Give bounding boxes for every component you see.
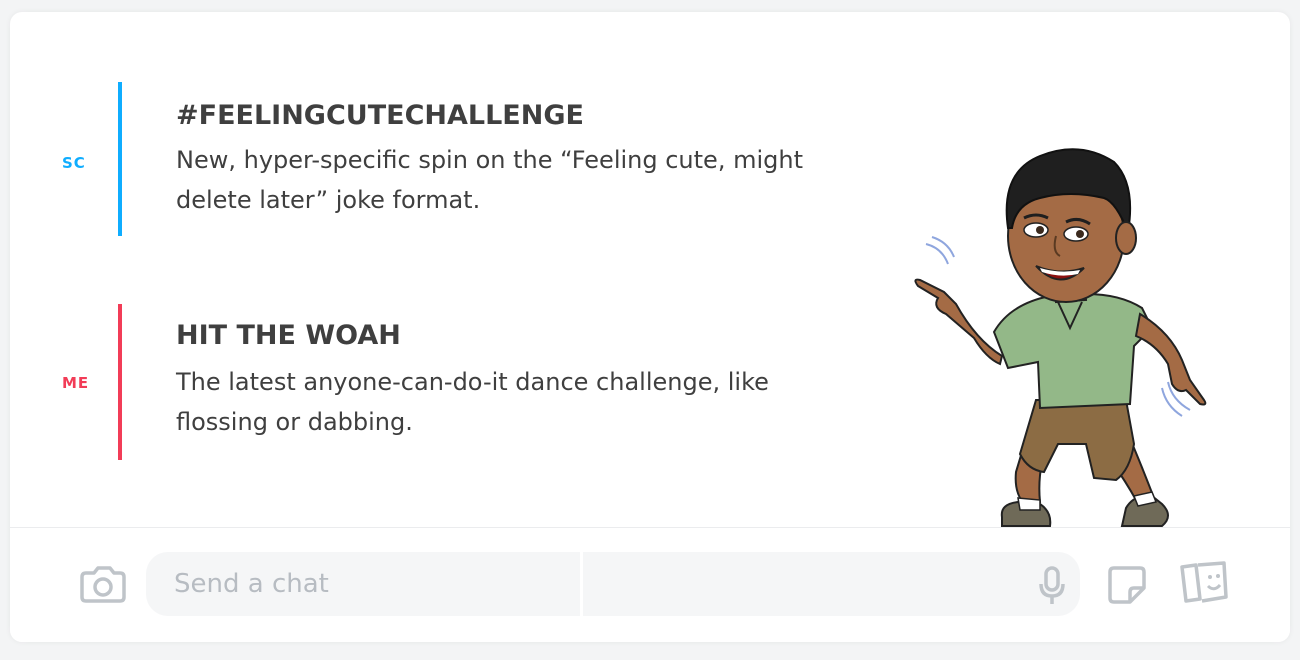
chat-window: SC #FEELINGCUTECHALLENGE New, hyper-spec… (10, 12, 1290, 642)
input-divider (580, 552, 583, 616)
bitmoji-dancing-image (914, 148, 1207, 527)
message-body: New, hyper-specific spin on the “Feeling… (176, 146, 803, 214)
chat-message: ME HIT THE WOAH The latest anyone-can-do… (10, 304, 870, 460)
sticker-icon[interactable] (1104, 562, 1150, 608)
sender-label: SC (62, 154, 86, 172)
sender-color-bar (118, 82, 122, 236)
bitmoji-icon[interactable] (1176, 560, 1232, 606)
chat-composer (10, 527, 1290, 642)
message-title: HIT THE WOAH (176, 320, 401, 351)
microphone-icon[interactable] (1032, 564, 1072, 608)
camera-icon[interactable] (78, 564, 128, 604)
chat-input[interactable] (146, 552, 1080, 616)
message-body: The latest anyone-can-do-it dance challe… (176, 368, 769, 436)
sender-color-bar (118, 304, 122, 460)
message-title: #FEELINGCUTECHALLENGE (176, 100, 584, 131)
chat-message: SC #FEELINGCUTECHALLENGE New, hyper-spec… (10, 82, 870, 236)
sender-label: ME (62, 374, 90, 392)
